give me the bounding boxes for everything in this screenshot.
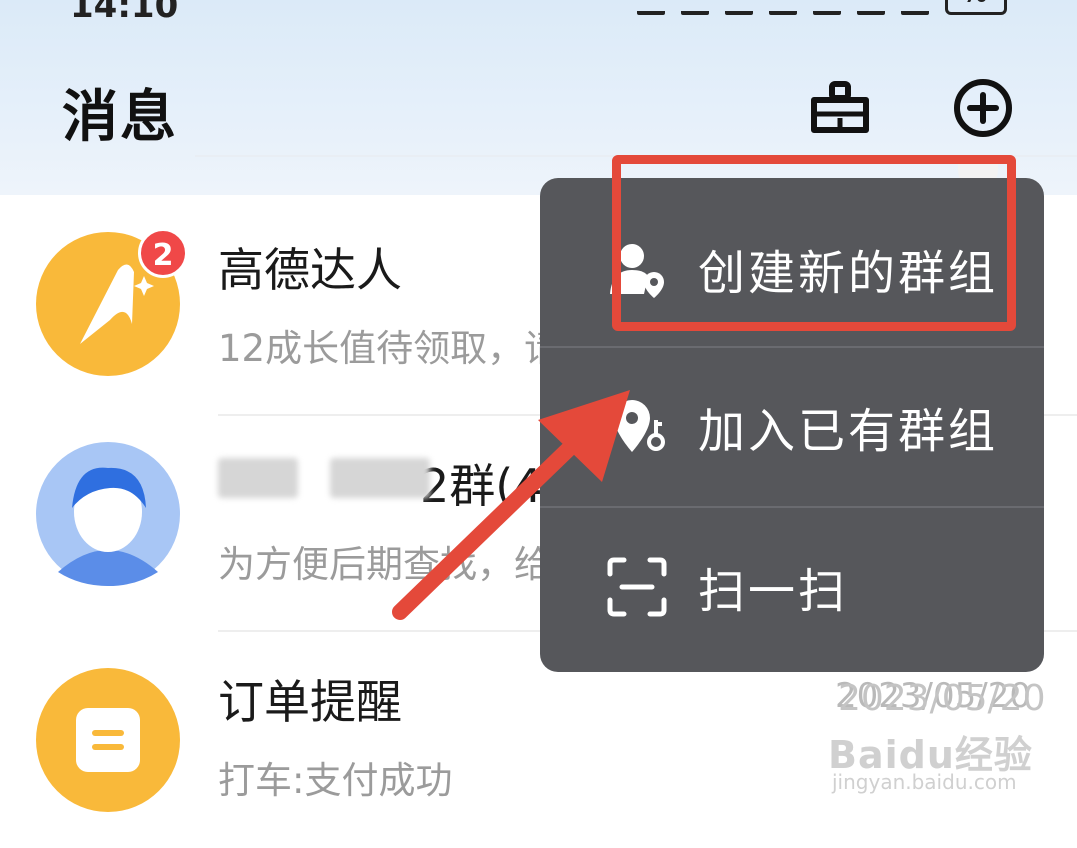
signal-icon — [901, 0, 929, 15]
pointer-arrow-icon — [392, 390, 630, 620]
page-title: 消息 — [62, 85, 178, 150]
plus-circle-icon — [954, 79, 1012, 137]
watermark: 2023/05/20 Baidu经验 jingyan.baidu.com — [828, 678, 1048, 798]
watermark-site: jingyan.baidu.com — [832, 770, 1017, 794]
add-button[interactable] — [950, 78, 1016, 138]
menu-item-label: 扫一扫 — [698, 564, 848, 620]
user-avatar-icon — [36, 442, 180, 586]
avatar-orders — [36, 668, 180, 812]
alarm-icon — [813, 0, 841, 15]
order-notice-icon — [36, 668, 180, 812]
battery-icon: 70 — [945, 0, 1007, 15]
clean-button[interactable] — [808, 78, 872, 136]
highlight-box — [612, 155, 1016, 331]
blurred-name-part — [218, 458, 298, 498]
conversation-name: 订单提醒 — [218, 675, 402, 729]
location-icon — [769, 0, 797, 15]
status-icons: 70 — [637, 0, 1007, 15]
wifi-icon — [857, 0, 885, 15]
broom-icon — [811, 81, 869, 133]
bluetooth-icon — [725, 0, 753, 15]
nfc-icon — [637, 0, 665, 15]
avatar-group — [36, 442, 180, 586]
mute-icon — [681, 0, 709, 15]
conversation-name: 高德达人 — [218, 243, 402, 297]
watermark-date: 2023/05/20 — [838, 678, 1046, 719]
conversation-preview: 打车:支付成功 — [218, 759, 453, 802]
status-bar: 14:10 70 — [0, 0, 1077, 26]
unread-badge: 2 — [138, 228, 188, 278]
status-time: 14:10 — [70, 0, 179, 26]
menu-item-label: 加入已有群组 — [698, 404, 998, 460]
